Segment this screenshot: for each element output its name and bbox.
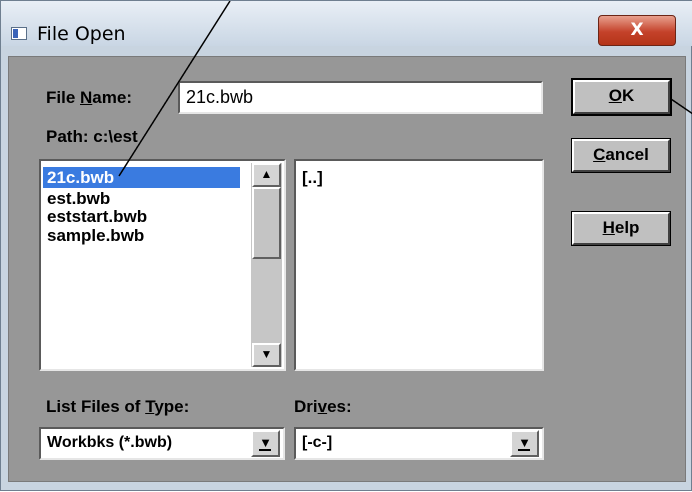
annotation-line bbox=[118, 1, 231, 177]
annotation-lines bbox=[118, 1, 692, 177]
annotation-line bbox=[670, 98, 692, 115]
file-open-window: File Open X File Name: 21c.bwb Path: c:\… bbox=[0, 0, 692, 491]
